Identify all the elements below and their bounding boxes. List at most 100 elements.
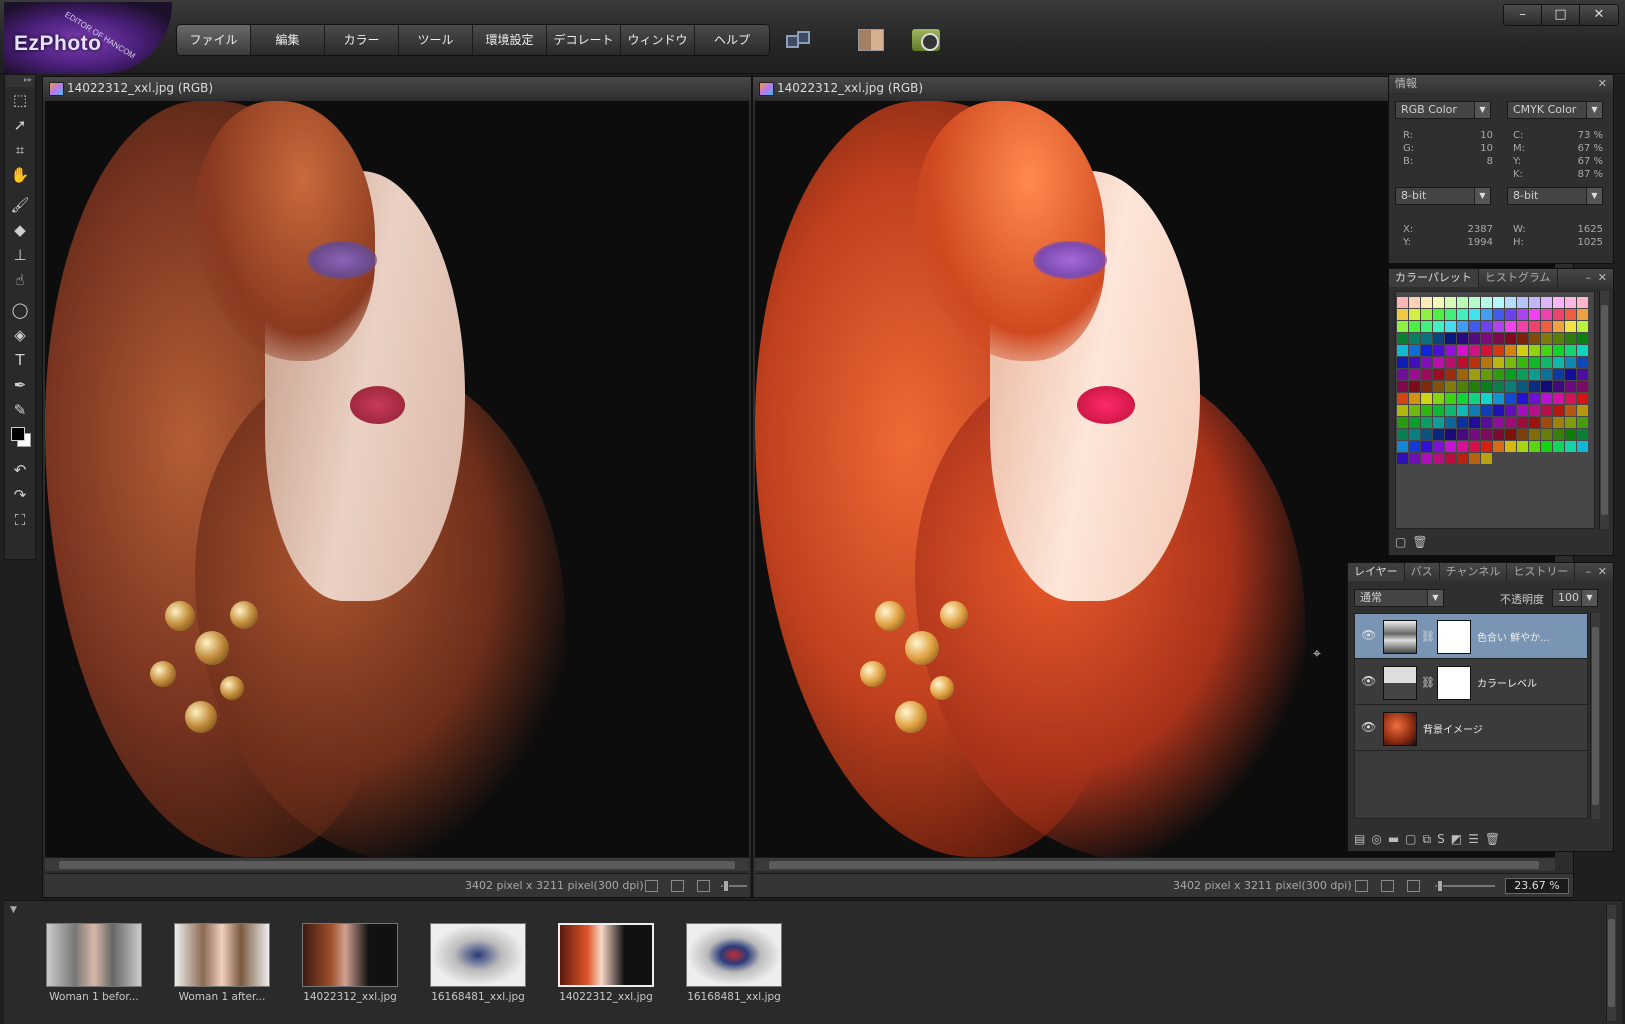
palette-swatch[interactable] [1421,429,1432,440]
palette-swatch[interactable] [1505,333,1516,344]
palette-swatch[interactable] [1469,417,1480,428]
palette-swatch[interactable] [1433,381,1444,392]
adjustment-layer-icon[interactable]: ◩ [1451,832,1462,847]
menu-edit[interactable]: 編集 [251,25,325,55]
palette-swatch[interactable] [1433,417,1444,428]
palette-swatch[interactable] [1553,405,1564,416]
camera-icon[interactable] [912,29,940,51]
hand-tool-icon[interactable]: ✋ [5,162,35,187]
palette-swatch[interactable] [1481,345,1492,356]
palette-swatch[interactable] [1565,405,1576,416]
tab-layers[interactable]: レイヤー [1348,563,1405,581]
palette-swatch[interactable] [1445,345,1456,356]
palette-swatch[interactable] [1409,297,1420,308]
palette-swatch[interactable] [1553,321,1564,332]
palette-swatch[interactable] [1457,321,1468,332]
palette-swatch[interactable] [1541,309,1552,320]
palette-swatch[interactable] [1505,297,1516,308]
blend-mode-select[interactable]: 通常 ▼ [1354,589,1444,607]
palette-swatch[interactable] [1433,345,1444,356]
film-thumbnail[interactable] [558,923,654,987]
palette-swatch[interactable] [1433,405,1444,416]
palette-swatch[interactable] [1541,345,1552,356]
film-item[interactable]: 14022312_xxl.jpg [558,923,654,1003]
palette-swatch[interactable] [1409,321,1420,332]
palette-swatch[interactable] [1397,345,1408,356]
zoom-slider[interactable] [1435,885,1495,887]
palette-swatch[interactable] [1553,297,1564,308]
palette-swatch[interactable] [1517,321,1528,332]
palette-swatch[interactable] [1541,381,1552,392]
palette-swatch[interactable] [1409,309,1420,320]
palette-swatch[interactable] [1529,393,1540,404]
palette-swatch[interactable] [1433,297,1444,308]
compare-view-icon[interactable] [786,29,812,51]
palette-swatch[interactable] [1541,393,1552,404]
palette-swatch[interactable] [1517,441,1528,452]
palette-swatch[interactable] [1553,345,1564,356]
palette-swatch[interactable] [1553,381,1564,392]
palette-swatch[interactable] [1397,417,1408,428]
palette-swatch[interactable] [1517,309,1528,320]
palette-swatch[interactable] [1457,297,1468,308]
smudge-tool-icon[interactable]: ☝ [5,267,35,292]
fit-window-icon[interactable] [671,880,684,892]
palette-swatch[interactable] [1529,333,1540,344]
image-canvas[interactable] [45,101,749,857]
scrollbar-thumb[interactable] [59,861,735,869]
menu-preferences[interactable]: 環境設定 [473,25,547,55]
palette-swatch[interactable] [1493,333,1504,344]
palette-swatch[interactable] [1529,345,1540,356]
palette-swatch[interactable] [1397,429,1408,440]
palette-swatch[interactable] [1409,429,1420,440]
color-mode-left-select[interactable]: RGB Color ▼ [1395,101,1491,119]
palette-swatch[interactable] [1505,417,1516,428]
palette-swatch[interactable] [1481,381,1492,392]
palette-swatch[interactable] [1421,381,1432,392]
palette-swatch[interactable] [1397,369,1408,380]
palette-swatch[interactable] [1445,417,1456,428]
palette-swatch[interactable] [1409,405,1420,416]
film-item[interactable]: Woman 1 after... [174,923,270,1003]
filmstrip-collapse-icon[interactable]: ▼ [10,905,17,915]
palette-swatch[interactable] [1409,369,1420,380]
zoom-slider-knob[interactable] [1437,880,1443,892]
film-thumbnail[interactable] [430,923,526,987]
palette-swatch[interactable] [1493,321,1504,332]
palette-swatch[interactable] [1409,393,1420,404]
palette-swatch[interactable] [1445,321,1456,332]
palette-swatch[interactable] [1529,321,1540,332]
menu-color[interactable]: カラー [325,25,399,55]
palette-swatch[interactable] [1481,417,1492,428]
palette-swatch[interactable] [1433,309,1444,320]
palette-swatch[interactable] [1397,297,1408,308]
palette-swatch[interactable] [1517,345,1528,356]
palette-swatch[interactable] [1493,393,1504,404]
brush-tool-icon[interactable]: 🖌 [5,192,35,217]
palette-swatch[interactable] [1445,393,1456,404]
palette-swatch[interactable] [1481,357,1492,368]
palette-swatch[interactable] [1457,309,1468,320]
bit-depth-right-select[interactable]: 8-bit ▼ [1507,187,1603,205]
palette-swatch[interactable] [1469,429,1480,440]
palette-swatch[interactable] [1553,309,1564,320]
palette-swatch[interactable] [1505,369,1516,380]
tab-history[interactable]: ヒストリー [1507,563,1576,581]
palette-swatch[interactable] [1397,441,1408,452]
palette-swatch[interactable] [1577,321,1588,332]
new-layer-icon[interactable]: ▤ [1354,832,1365,847]
menu-window[interactable]: ウィンドウ [621,25,695,55]
palette-swatch[interactable] [1553,441,1564,452]
merge-layers-icon[interactable]: ⧉ [1423,832,1432,847]
zoom-level-field[interactable]: 23.67 % [1505,878,1569,894]
palette-swatch[interactable] [1541,369,1552,380]
layers-vertical-scrollbar[interactable] [1590,613,1600,819]
horizontal-scrollbar[interactable] [45,857,749,871]
palette-swatch[interactable] [1469,441,1480,452]
palette-swatch[interactable] [1505,309,1516,320]
close-icon[interactable]: ✕ [1598,563,1607,581]
palette-swatch[interactable] [1505,321,1516,332]
palette-swatch[interactable] [1445,441,1456,452]
palette-swatch[interactable] [1565,369,1576,380]
full-screen-icon[interactable] [697,880,710,892]
